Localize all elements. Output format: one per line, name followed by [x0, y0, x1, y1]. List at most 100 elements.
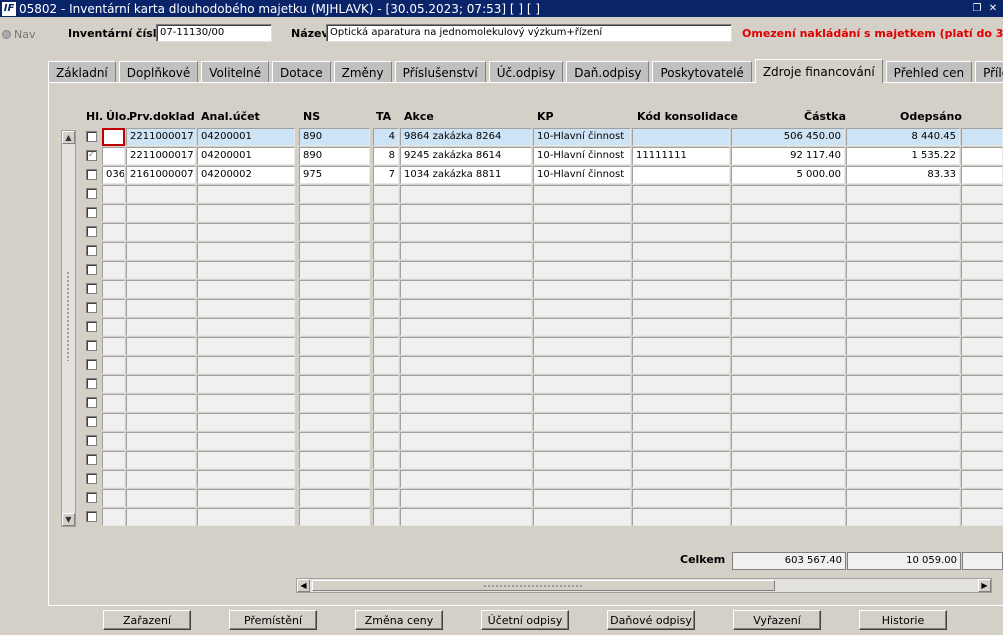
cell-extra[interactable]	[961, 489, 1003, 507]
cell-odepsano[interactable]: 8 440.45	[846, 128, 960, 146]
cell-prv[interactable]	[126, 394, 196, 412]
cell-prv[interactable]	[126, 280, 196, 298]
tab-11[interactable]: Přílohy	[975, 61, 1003, 83]
row-checkbox[interactable]	[86, 283, 97, 294]
tab-0[interactable]: Základní	[48, 61, 116, 83]
cell-kp[interactable]: 10-Hlavní činnost	[533, 128, 631, 146]
cell-extra[interactable]	[961, 242, 1003, 260]
cell-odepsano[interactable]	[846, 242, 960, 260]
cell-ulo[interactable]	[102, 147, 125, 165]
cell-ns[interactable]	[299, 261, 370, 279]
cell-ta[interactable]	[373, 394, 399, 412]
cell-ulo[interactable]	[102, 489, 125, 507]
tab-6[interactable]: Úč.odpisy	[488, 61, 564, 83]
table-row[interactable]	[83, 375, 1003, 394]
action-button-2[interactable]: Změna ceny	[355, 610, 443, 630]
cell-kod[interactable]	[632, 375, 730, 393]
cell-ta[interactable]	[373, 261, 399, 279]
row-checkbox[interactable]	[86, 435, 97, 446]
cell-kod[interactable]	[632, 185, 730, 203]
cell-ta[interactable]: 7	[373, 166, 399, 184]
tab-4[interactable]: Změny	[333, 61, 392, 83]
cell-ns[interactable]	[299, 375, 370, 393]
cell-ta[interactable]	[373, 489, 399, 507]
cell-extra[interactable]	[961, 470, 1003, 488]
cell-odepsano[interactable]	[846, 261, 960, 279]
table-row[interactable]	[83, 242, 1003, 261]
action-button-5[interactable]: Vyřazení	[733, 610, 821, 630]
cell-odepsano[interactable]	[846, 394, 960, 412]
cell-extra[interactable]	[961, 166, 1003, 184]
row-checkbox[interactable]	[86, 264, 97, 275]
cell-kod[interactable]	[632, 356, 730, 374]
cell-ns[interactable]	[299, 413, 370, 431]
table-row[interactable]	[83, 337, 1003, 356]
cell-kp[interactable]	[533, 337, 631, 355]
cell-extra[interactable]	[961, 337, 1003, 355]
cell-extra[interactable]	[961, 128, 1003, 146]
row-checkbox[interactable]	[86, 378, 97, 389]
row-checkbox[interactable]	[86, 340, 97, 351]
cell-castka[interactable]	[731, 489, 845, 507]
cell-castka[interactable]: 506 450.00	[731, 128, 845, 146]
row-checkbox[interactable]	[86, 492, 97, 503]
cell-ta[interactable]	[373, 280, 399, 298]
cell-kod[interactable]	[632, 508, 730, 526]
cell-prv[interactable]	[126, 413, 196, 431]
cell-anal[interactable]	[197, 451, 295, 469]
cell-kod[interactable]	[632, 413, 730, 431]
cell-ulo[interactable]	[102, 413, 125, 431]
cell-akce[interactable]	[400, 375, 532, 393]
cell-prv[interactable]: 2211000017	[126, 147, 196, 165]
cell-ns[interactable]	[299, 451, 370, 469]
cell-castka[interactable]: 5 000.00	[731, 166, 845, 184]
row-checkbox[interactable]: ✓	[86, 150, 97, 161]
cell-anal[interactable]: 04200001	[197, 147, 295, 165]
cell-ta[interactable]	[373, 299, 399, 317]
cell-odepsano[interactable]	[846, 204, 960, 222]
cell-ta[interactable]	[373, 337, 399, 355]
cell-odepsano[interactable]	[846, 356, 960, 374]
cell-extra[interactable]	[961, 223, 1003, 241]
cell-ta[interactable]	[373, 375, 399, 393]
cell-anal[interactable]	[197, 261, 295, 279]
cell-akce[interactable]	[400, 204, 532, 222]
cell-extra[interactable]	[961, 413, 1003, 431]
cell-extra[interactable]	[961, 508, 1003, 526]
cell-prv[interactable]	[126, 451, 196, 469]
cell-castka[interactable]	[731, 394, 845, 412]
row-checkbox[interactable]	[86, 359, 97, 370]
cell-kp[interactable]	[533, 375, 631, 393]
cell-ulo[interactable]	[102, 375, 125, 393]
cell-odepsano[interactable]: 1 535.22	[846, 147, 960, 165]
cell-akce[interactable]	[400, 413, 532, 431]
cell-ns[interactable]: 890	[299, 147, 370, 165]
cell-prv[interactable]	[126, 185, 196, 203]
cell-castka[interactable]	[731, 185, 845, 203]
cell-akce[interactable]	[400, 242, 532, 260]
table-row[interactable]	[83, 489, 1003, 508]
tab-9[interactable]: Zdroje financování	[754, 59, 883, 83]
cell-anal[interactable]	[197, 356, 295, 374]
table-row[interactable]	[83, 432, 1003, 451]
row-checkbox[interactable]	[86, 321, 97, 332]
cell-kod[interactable]	[632, 318, 730, 336]
cell-akce[interactable]	[400, 489, 532, 507]
cell-kp[interactable]	[533, 280, 631, 298]
cell-ns[interactable]	[299, 242, 370, 260]
scroll-right-icon[interactable]: ▶	[978, 579, 991, 592]
cell-ta[interactable]	[373, 356, 399, 374]
cell-castka[interactable]	[731, 508, 845, 526]
cell-ulo[interactable]	[102, 394, 125, 412]
cell-kp[interactable]	[533, 242, 631, 260]
cell-akce[interactable]	[400, 223, 532, 241]
row-checkbox[interactable]	[86, 397, 97, 408]
nav-radio[interactable]: Nav	[2, 28, 35, 41]
cell-kod[interactable]	[632, 451, 730, 469]
cell-ns[interactable]	[299, 337, 370, 355]
action-button-3[interactable]: Účetní odpisy	[481, 610, 569, 630]
cell-castka[interactable]	[731, 318, 845, 336]
cell-kp[interactable]	[533, 489, 631, 507]
cell-ulo[interactable]	[102, 204, 125, 222]
cell-kp[interactable]	[533, 318, 631, 336]
